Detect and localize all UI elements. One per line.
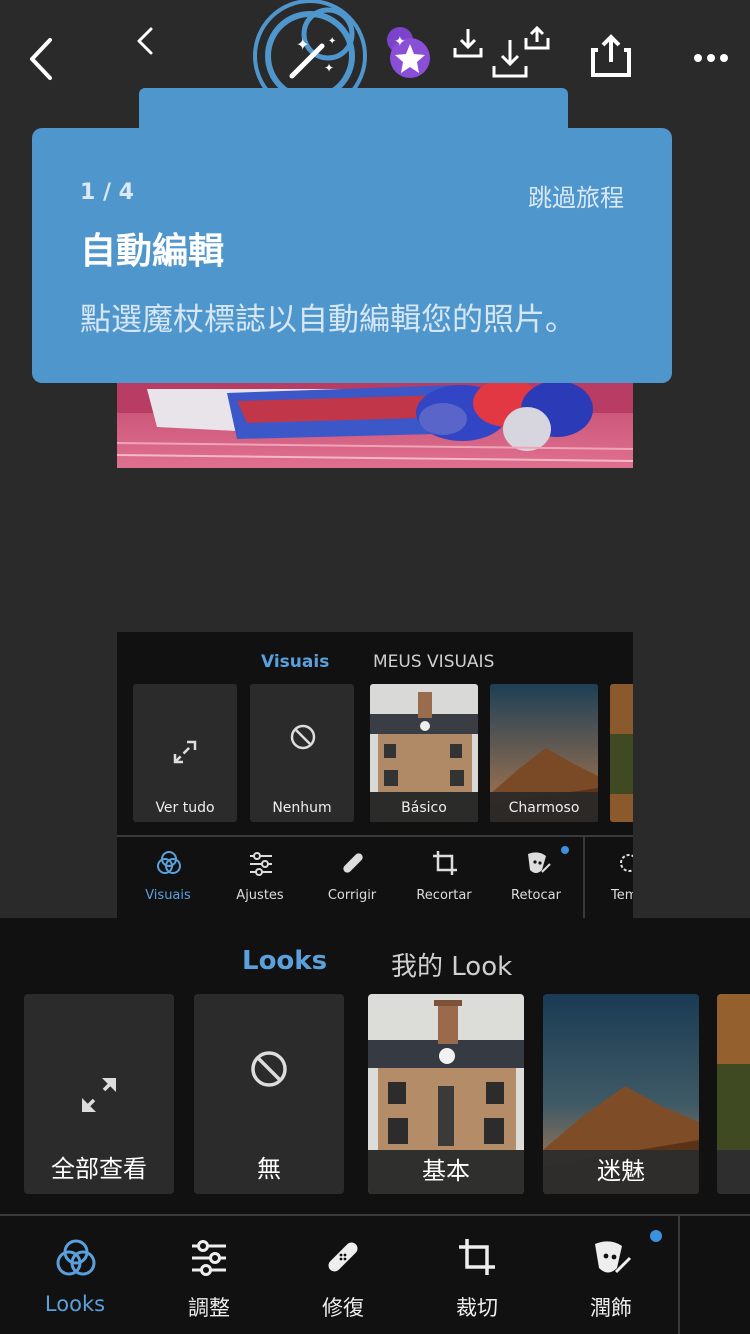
tool-label: Looks	[44, 1292, 106, 1316]
mini-card-label: Charmoso	[508, 800, 580, 816]
bandage-icon	[343, 853, 363, 873]
tool-label: 調整	[188, 1296, 230, 1320]
svg-text:✦: ✦	[328, 36, 336, 47]
card-label: 無	[257, 1155, 281, 1183]
mini-card-see-all[interactable]: Ver tudo	[133, 684, 237, 822]
back-small-icon[interactable]	[134, 26, 156, 56]
tool-label: 修復	[322, 1296, 364, 1320]
crop-icon	[459, 1239, 495, 1275]
card-see-all[interactable]: 全部查看	[24, 994, 174, 1194]
card-label: 全部查看	[51, 1155, 147, 1183]
mini-tab-visuais[interactable]: Visuais	[261, 652, 329, 672]
card-label: 基本	[422, 1157, 470, 1185]
mini-card-partial[interactable]	[610, 684, 633, 822]
tooltip-title: 自動編輯	[80, 231, 225, 272]
notification-dot-icon	[650, 1230, 662, 1242]
bandage-icon	[328, 1242, 358, 1272]
coach-mark-tooltip: 1 / 4 跳過旅程 自動編輯 點選魔杖標誌以自動編輯您的照片。	[32, 128, 672, 383]
card-none[interactable]: 無	[194, 994, 344, 1194]
looks-icon	[56, 1239, 96, 1276]
magic-wand-icon[interactable]: ✦ ✦ ✦	[250, 0, 372, 100]
svg-text:✦: ✦	[324, 61, 334, 75]
mini-tool-label: Recortar	[416, 888, 472, 903]
mini-card-label: Básico	[401, 800, 447, 816]
svg-text:✦: ✦	[394, 34, 406, 50]
expand-icon	[82, 1078, 116, 1112]
photo-preview	[117, 383, 633, 468]
tab-my-looks[interactable]: 我的 Look	[391, 946, 512, 983]
mini-tool-label: Corrigir	[327, 888, 377, 903]
skip-tour-link[interactable]: 跳過旅程	[528, 178, 624, 213]
svg-text:✦: ✦	[296, 35, 309, 54]
tool-label: 潤飾	[590, 1296, 632, 1320]
more-icon[interactable]	[692, 52, 730, 64]
mini-card-none[interactable]: Nenhum	[250, 684, 354, 822]
tooltip-body: 點選魔杖標誌以自動編輯您的照片。	[80, 302, 576, 338]
sliders-icon	[250, 852, 272, 876]
crop-icon	[433, 851, 457, 875]
download-share-icon[interactable]	[490, 26, 552, 80]
card-label: 迷魅	[597, 1157, 645, 1185]
mini-tool-label: Tem	[611, 888, 633, 903]
premium-star-icon[interactable]: ✦	[384, 24, 432, 80]
mini-tool-label: Retocar	[511, 888, 561, 903]
tool-label: 裁切	[456, 1296, 498, 1320]
tab-looks[interactable]: Looks	[242, 946, 327, 976]
none-icon	[290, 724, 316, 750]
retouch-icon	[528, 852, 551, 873]
card-partial[interactable]	[717, 994, 750, 1194]
notification-dot-icon	[561, 846, 569, 854]
share-icon[interactable]	[590, 34, 632, 78]
gear-icon	[620, 854, 633, 872]
mini-card-basic[interactable]: Básico	[370, 684, 478, 822]
sliders-icon	[192, 1240, 226, 1276]
card-basic[interactable]: 基本	[368, 994, 524, 1194]
mini-tool-label: Visuais	[145, 888, 191, 903]
expand-icon	[173, 740, 197, 764]
mini-tool-label: Ajustes	[236, 888, 284, 903]
card-charming[interactable]: 迷魅	[543, 994, 699, 1194]
tooltip-step: 1 / 4	[80, 180, 134, 205]
none-icon	[251, 1051, 287, 1087]
retouch-icon	[595, 1241, 632, 1274]
mini-card-label: Nenhum	[272, 800, 332, 816]
mini-card-label: Ver tudo	[155, 800, 215, 816]
mini-preview-panel: Visuais MEUS VISUAIS Ver tudo Nenhum Bás…	[117, 632, 633, 918]
download-icon[interactable]	[452, 26, 484, 60]
mini-card-charming[interactable]: Charmoso	[490, 684, 598, 822]
mini-tab-meus-visuais[interactable]: MEUS VISUAIS	[373, 652, 494, 672]
back-icon[interactable]	[24, 36, 58, 82]
looks-icon	[157, 851, 181, 874]
looks-panel: Looks 我的 Look 全部查看 無 基本 迷魅 Looks 調整 修復 裁…	[0, 918, 750, 1334]
